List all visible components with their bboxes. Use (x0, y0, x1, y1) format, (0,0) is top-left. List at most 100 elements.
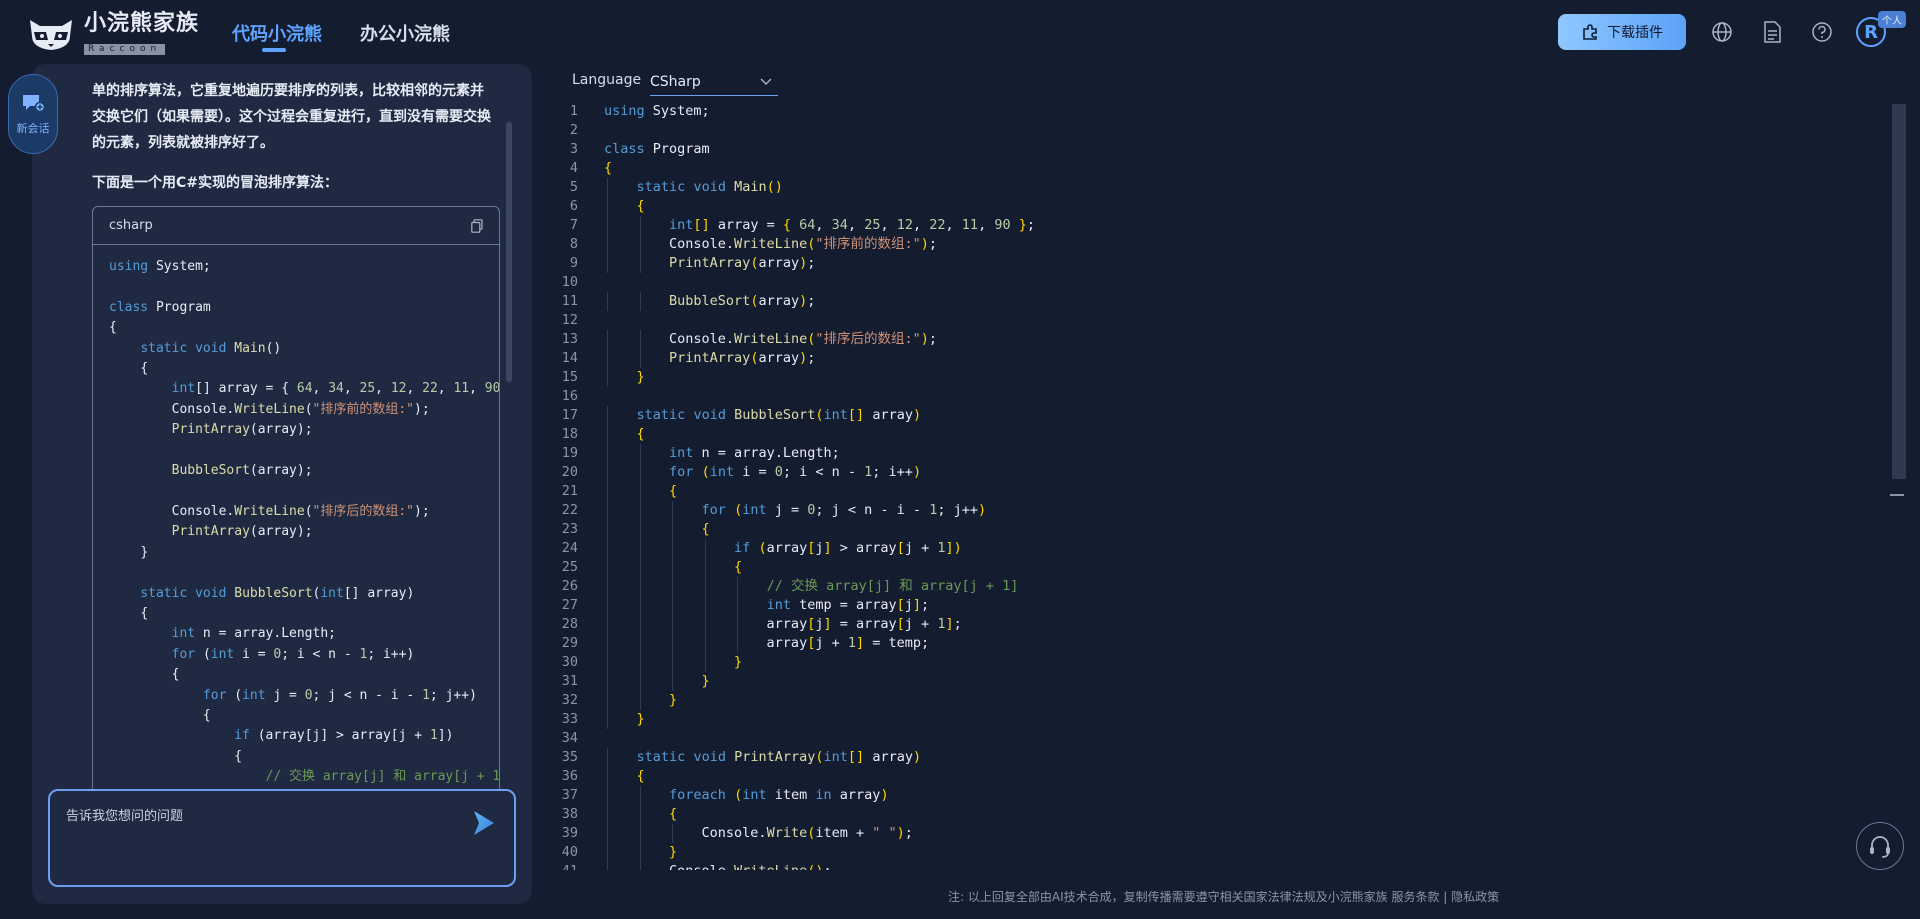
line-number: 8 (569, 236, 578, 252)
code-line[interactable]: 8 Console.WriteLine("排序前的数组:"); (550, 235, 1890, 254)
code-line[interactable]: 41 Console.WriteLine(); (550, 862, 1890, 870)
code-line[interactable]: 35 static void PrintArray(int[] array) (550, 748, 1890, 767)
line-number: 12 (561, 312, 578, 328)
line-content: { (636, 768, 645, 784)
line-content: } (669, 844, 678, 860)
code-line[interactable]: 16 (550, 387, 1890, 406)
logo[interactable]: 小浣熊家族 Raccoon (24, 12, 199, 55)
document-icon[interactable] (1760, 20, 1784, 44)
line-number: 25 (561, 559, 578, 575)
code-line[interactable]: 23 { (550, 520, 1890, 539)
logo-subtitle: Raccoon (84, 44, 166, 55)
code-line[interactable]: 10 (550, 273, 1890, 292)
code-line[interactable]: 20 for (int i = 0; i < n - 1; i++) (550, 463, 1890, 482)
tab-office-raccoon[interactable]: 办公小浣熊 (360, 20, 450, 46)
code-line[interactable]: 37 foreach (int item in array) (550, 786, 1890, 805)
assistant-message: 单的排序算法，它重复地遍历要排序的列表，比较相邻的元素并交换它们（如果需要）。这… (92, 78, 492, 210)
line-content: static void BubbleSort(int[] array) (636, 407, 922, 423)
line-content: BubbleSort(array); (669, 293, 816, 309)
download-plugin-button[interactable]: 下载插件 (1558, 14, 1686, 50)
code-line[interactable]: 9 PrintArray(array); (550, 254, 1890, 273)
code-line[interactable]: 14 PrintArray(array); (550, 349, 1890, 368)
code-line[interactable]: 4{ (550, 159, 1890, 178)
code-line[interactable]: 13 Console.WriteLine("排序后的数组:"); (550, 330, 1890, 349)
line-number: 18 (561, 426, 578, 442)
code-line[interactable]: 6 { (550, 197, 1890, 216)
code-block-body: using System; class Program { static voi… (109, 259, 500, 785)
chat-input[interactable] (66, 805, 466, 875)
customer-support-button[interactable] (1856, 822, 1904, 870)
line-content: int temp = array[j]; (766, 597, 930, 613)
language-select[interactable]: CSharp (650, 68, 778, 96)
chat-panel: 单的排序算法，它重复地遍历要排序的列表，比较相邻的元素并交换它们（如果需要）。这… (32, 64, 532, 904)
globe-icon[interactable] (1710, 20, 1734, 44)
code-line[interactable]: 29 array[j + 1] = temp; (550, 634, 1890, 653)
line-number: 31 (561, 673, 578, 689)
code-line[interactable]: 25 { (550, 558, 1890, 577)
line-content: { (669, 806, 678, 822)
code-line[interactable]: 21 { (550, 482, 1890, 501)
privacy-link[interactable]: 隐私政策 (1451, 890, 1499, 904)
account-type-badge: 个人 (1878, 11, 1906, 28)
line-content: { (604, 160, 613, 176)
code-line[interactable]: 18 { (550, 425, 1890, 444)
top-bar: 小浣熊家族 Raccoon 代码小浣熊 办公小浣熊 下载插件 R 个人 (0, 0, 1920, 64)
code-line[interactable]: 40 } (550, 843, 1890, 862)
code-block: csharp using System; class Program { sta… (92, 206, 500, 826)
message-paragraph: 单的排序算法，它重复地遍历要排序的列表，比较相邻的元素并交换它们（如果需要）。这… (92, 83, 491, 151)
line-content: int[] array = { 64, 34, 25, 12, 22, 11, … (669, 217, 1036, 233)
code-block-header: csharp (93, 207, 499, 245)
code-line[interactable]: 3 class Program (550, 140, 1890, 159)
new-chat-button[interactable]: 新会话 (8, 74, 58, 154)
code-line[interactable]: 11 BubbleSort(array); (550, 292, 1890, 311)
code-line[interactable]: 31 } (550, 672, 1890, 691)
code-line[interactable]: 12 (550, 311, 1890, 330)
code-line[interactable]: 38 { (550, 805, 1890, 824)
code-block-language: csharp (109, 218, 153, 233)
code-line[interactable]: 33 } (550, 710, 1890, 729)
code-line[interactable]: 24 if (array[j] > array[j + 1]) (550, 539, 1890, 558)
line-content: static void Main() (636, 179, 783, 195)
code-line[interactable]: 39 Console.Write(item + " "); (550, 824, 1890, 843)
code-line[interactable]: 15 } (550, 368, 1890, 387)
line-content: foreach (int item in array) (669, 787, 889, 803)
send-icon[interactable] (472, 809, 496, 837)
copy-icon[interactable] (471, 218, 483, 233)
line-number: 11 (561, 293, 578, 309)
help-icon[interactable] (1810, 20, 1834, 44)
line-content: PrintArray(array); (669, 350, 816, 366)
line-number: 32 (561, 692, 578, 708)
code-line[interactable]: 27 int temp = array[j]; (550, 596, 1890, 615)
code-line[interactable]: 22 for (int j = 0; j < n - i - 1; j++) (550, 501, 1890, 520)
code-line[interactable]: 17 static void BubbleSort(int[] array) (550, 406, 1890, 425)
line-number: 3 (569, 141, 578, 157)
code-line[interactable]: 7 int[] array = { 64, 34, 25, 12, 22, 11… (550, 216, 1890, 235)
line-content: array[j + 1] = temp; (604, 635, 930, 651)
code-line[interactable]: 30 } (550, 653, 1890, 672)
editor-scrollbar[interactable] (1892, 104, 1906, 479)
code-line[interactable]: 19 int n = array.Length; (550, 444, 1890, 463)
tab-code-raccoon[interactable]: 代码小浣熊 (232, 20, 322, 46)
code-line[interactable]: 5 static void Main() (550, 178, 1890, 197)
chat-input-box (48, 789, 516, 887)
code-editor[interactable]: 1 using System; 2 3 class Program 4{5 static … (550, 102, 1890, 870)
line-content: { (636, 198, 645, 214)
code-line[interactable]: 34 (550, 729, 1890, 748)
code-line[interactable]: 26 // 交换 array[j] 和 array[j + 1] (550, 577, 1890, 596)
line-content: // 交换 array[j] 和 array[j + 1] (766, 578, 1019, 594)
raccoon-logo-icon (30, 19, 72, 50)
code-line[interactable]: 1 using System; (550, 102, 1890, 121)
terms-link[interactable]: 服务条款 (1391, 890, 1439, 904)
line-number: 16 (561, 388, 578, 404)
chat-scrollbar[interactable] (506, 122, 512, 382)
code-line[interactable]: 2 (550, 121, 1890, 140)
chat-bubble-icon (23, 95, 45, 113)
headset-icon (1870, 836, 1890, 858)
active-tab-indicator (262, 48, 286, 52)
code-line[interactable]: 28 array[j] = array[j + 1]; (550, 615, 1890, 634)
code-line[interactable]: 32 } (550, 691, 1890, 710)
line-content: array[j] = array[j + 1]; (604, 616, 962, 632)
line-number: 5 (569, 179, 578, 195)
line-number: 36 (561, 768, 578, 784)
code-line[interactable]: 36 { (550, 767, 1890, 786)
